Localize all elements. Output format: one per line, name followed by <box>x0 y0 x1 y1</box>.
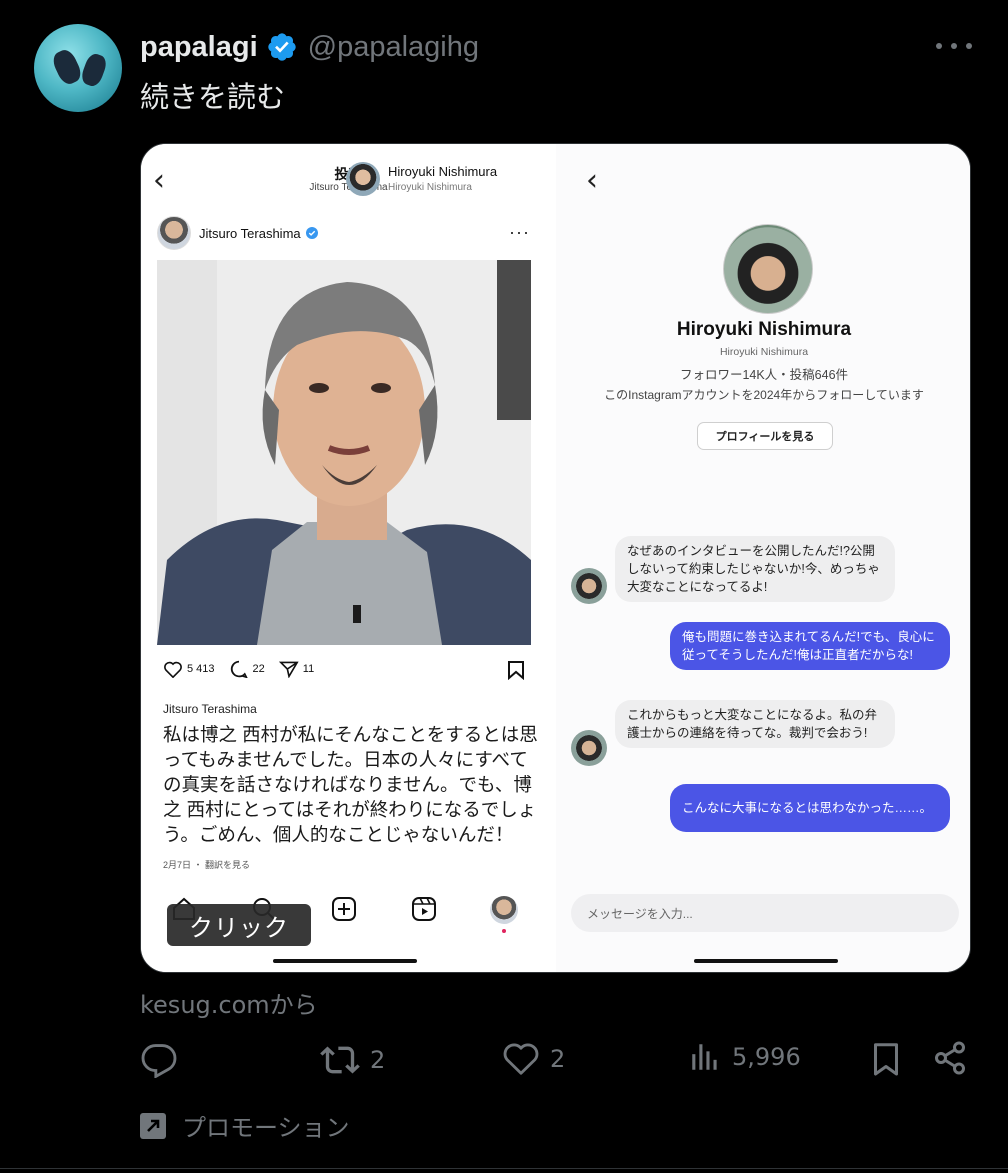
profile-stats: フォロワー14K人・投稿646件 <box>679 368 849 382</box>
post-author-name: Jitsuro Terashima <box>199 225 301 241</box>
share-icon <box>935 1041 965 1075</box>
tweet-actions: 2 2 5,996 <box>140 1040 970 1086</box>
post-actions: 5 413 22 11 <box>163 660 328 678</box>
promoted-text: プロモーション <box>182 1114 350 1142</box>
post-author-avatar <box>157 216 191 250</box>
like-icon <box>503 1043 539 1075</box>
post-share-count: 11 <box>302 663 315 675</box>
retweet-count: 2 <box>370 1046 386 1074</box>
post-like: 5 413 <box>163 660 215 678</box>
post-verified-icon <box>305 227 318 239</box>
message-avatar <box>571 730 607 766</box>
divider <box>0 1168 1008 1169</box>
post-pane: ‹ 投稿 Jitsuro Terashima Jitsuro Terashima… <box>141 144 556 972</box>
post-comment: 22 <box>229 660 265 678</box>
handle[interactable]: @papalagihg <box>308 31 479 64</box>
click-badge[interactable]: クリック <box>167 904 311 946</box>
views-icon <box>692 1044 717 1070</box>
message-incoming: これからもっと大変なことになるよ。私の弁護士からの連絡を待ってな。裁判で会おう! <box>615 700 895 748</box>
caption-author: Jitsuro Terashima <box>163 702 257 716</box>
message-outgoing: 俺も問題に巻き込まれてるんだ!でも、良心に従ってそうしたんだ!俺は正直者だからな… <box>670 622 950 670</box>
notification-dot <box>502 929 506 933</box>
chat-header-subtitle: Hiroyuki Nishimura <box>388 182 472 193</box>
profile-handle: Hiroyuki Nishimura <box>719 346 809 358</box>
post-bookmark-icon <box>508 661 524 680</box>
reply-icon <box>141 1044 177 1078</box>
send-icon <box>278 661 299 678</box>
comment-icon <box>230 660 248 678</box>
retweet-button[interactable]: 2 <box>320 1040 385 1080</box>
bookmark-button[interactable] <box>868 1040 904 1078</box>
profile-avatar <box>723 224 813 314</box>
source-link[interactable]: kesug.comから <box>140 985 318 1020</box>
promoted-icon <box>140 1112 166 1139</box>
tweet-text[interactable]: 続きを読む <box>140 74 285 116</box>
post-author-row: Jitsuro Terashima <box>157 216 318 250</box>
verified-icon <box>267 33 296 61</box>
message-input: メッセージを入力... <box>571 894 959 932</box>
view-profile-button: プロフィールを見る <box>697 422 833 450</box>
retweet-icon <box>320 1046 360 1074</box>
like-count: 2 <box>550 1045 566 1073</box>
home-indicator <box>694 959 838 963</box>
home-indicator <box>273 959 417 963</box>
media-card[interactable]: ‹ 投稿 Jitsuro Terashima Jitsuro Terashima… <box>140 143 971 973</box>
post-caption: 私は博之 西村が私にそんなことをするとは思ってもみませんでした。日本の人々にすべ… <box>163 724 538 845</box>
reply-button[interactable] <box>140 1040 178 1078</box>
profile-follow-note: このInstagramアカウントを2024年からフォローしています <box>604 388 924 402</box>
message-outgoing: こんなに大事になるとは思わなかった……。 <box>670 784 950 832</box>
share-button[interactable] <box>932 1040 968 1076</box>
chat-header-name: Hiroyuki Nishimura <box>388 164 498 179</box>
post-comment-count: 22 <box>252 663 265 675</box>
chat-header-avatar <box>346 162 380 196</box>
like-button[interactable]: 2 <box>502 1040 565 1078</box>
tweet-header: papalagi @papalagihg <box>140 28 479 66</box>
views-button[interactable]: 5,996 <box>688 1040 801 1074</box>
post-photo <box>157 260 531 645</box>
post-date: 2月7日 ・ 翻訳を見る <box>163 860 251 870</box>
create-icon <box>332 897 356 921</box>
chat-back-icon: ‹ <box>586 163 598 198</box>
post-share: 11 <box>278 660 315 678</box>
more-icon[interactable] <box>934 34 974 58</box>
heart-icon <box>164 661 182 678</box>
profile-name: Hiroyuki Nishimura <box>676 319 852 340</box>
display-name[interactable]: papalagi <box>140 31 258 64</box>
message-avatar <box>571 568 607 604</box>
bookmark-icon <box>874 1043 898 1076</box>
promoted-label: プロモーション <box>140 1108 350 1143</box>
author-avatar[interactable] <box>34 24 122 112</box>
post-more-icon: ··· <box>509 222 530 242</box>
message-incoming: なぜあのインタビューを公開したんだ!?公開しないって約束したじゃないか!今、めっ… <box>615 536 895 602</box>
profile-tab-avatar <box>490 896 518 924</box>
views-count: 5,996 <box>732 1043 801 1071</box>
post-like-count: 5 413 <box>187 663 215 675</box>
reels-icon <box>412 897 436 921</box>
